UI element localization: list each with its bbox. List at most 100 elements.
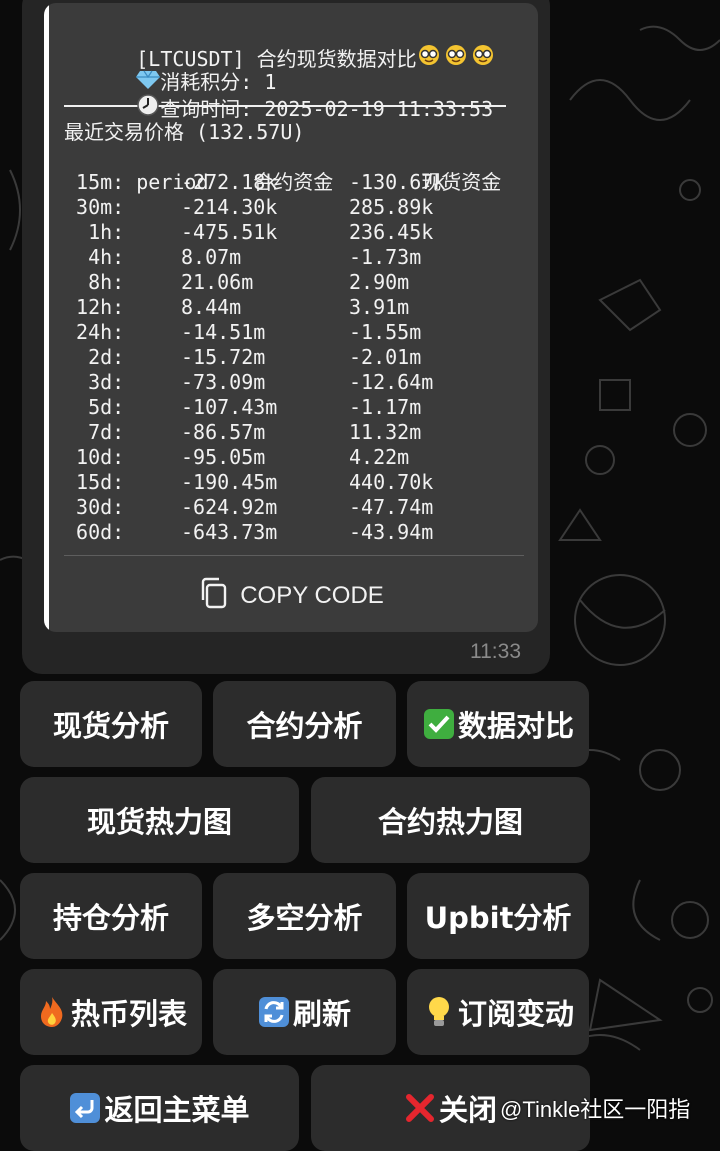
table-row: 7d: -86.57m 11.32m [64,420,528,445]
row-spot-value: 3.91m [349,295,410,319]
row-spot-value: -1.55m [349,320,422,344]
table-row: 4h: 8.07m -1.73m [64,245,528,270]
code-content: [LTCUSDT] 合约现货数据对比 消耗积分: 1 查询时间: 2025-02… [64,3,528,545]
subscribe-button[interactable]: 订阅变动 [407,969,589,1055]
row-futures-value: -214.30k [181,195,278,219]
upbit-analysis-button[interactable]: Upbit分析 [407,873,589,959]
code-block: [LTCUSDT] 合约现货数据对比 消耗积分: 1 查询时间: 2025-02… [44,3,538,632]
long-short-analysis-button[interactable]: 多空分析 [213,873,396,959]
futures-analysis-label: 合约分析 [246,709,363,743]
subscribe-label: 订阅变动 [458,997,575,1031]
points-text: 消耗积分: 1 [160,70,277,94]
row-period: 10d: [64,445,125,469]
row-futures-value: -272.18k [181,170,278,194]
row-futures-value: -73.09m [181,370,266,394]
row-futures-value: 8.07m [181,245,242,269]
copy-icon [198,576,228,617]
row-period: 12h: [64,295,125,319]
gem-icon [136,70,161,94]
copy-code-label: COPY CODE [240,582,384,609]
futures-heatmap-button[interactable]: 合约热力图 [311,777,590,863]
spot-analysis-button[interactable]: 现货分析 [20,681,202,767]
row-period: 4h: [64,245,125,269]
message-timestamp: 11:33 [470,640,521,663]
row-period: 30d: [64,495,125,519]
row-futures-value: -15.72m [181,345,266,369]
table-row: 30m: -214.30k 285.89k [64,195,528,220]
futures-heatmap-label: 合约热力图 [377,805,523,839]
spot-heatmap-label: 现货热力图 [86,805,232,839]
row-futures-value: -475.51k [181,220,278,244]
row-period: 60d: [64,520,125,544]
row-futures-value: -95.05m [181,445,266,469]
table-row: 24h: -14.51m -1.55m [64,320,528,345]
clock-icon [136,94,160,121]
row-spot-value: -1.17m [349,395,422,419]
light-bulb-emoji [423,996,455,1028]
row-period: 8h: [64,270,125,294]
fire-emoji [36,996,68,1028]
futures-analysis-button[interactable]: 合约分析 [213,681,396,767]
table-row: 5d: -107.43m -1.17m [64,395,528,420]
row-spot-value: 2.90m [349,270,410,294]
copy-divider [64,555,524,556]
main-menu-button[interactable]: 返回主菜单 [20,1065,299,1151]
row-period: 1h: [64,220,125,244]
table-row: 1h: -475.51k 236.45k [64,220,528,245]
row-period: 7d: [64,420,125,444]
row-period: 24h: [64,320,125,344]
spot-heatmap-button[interactable]: 现货热力图 [20,777,299,863]
row-spot-value: -130.67k [349,170,446,194]
nerd-face-emoji [417,45,497,71]
data-table: 15m: -272.18k -130.67k 30m: -214.30k 285.89k… [64,170,528,545]
table-row: 12h: 8.44m 3.91m [64,295,528,320]
row-spot-value: 4.22m [349,445,410,469]
row-spot-value: -43.94m [349,520,434,544]
row-period: 15d: [64,470,125,494]
row-period: 2d: [64,345,125,369]
hot-coins-label: 热币列表 [71,997,188,1031]
row-futures-value: -643.73m [181,520,278,544]
close-label: 关闭 [438,1093,497,1127]
copy-code-button[interactable]: COPY CODE [44,576,538,616]
row-futures-value: -14.51m [181,320,266,344]
row-spot-value: -12.64m [349,370,434,394]
row-futures-value: -624.92m [181,495,278,519]
row-spot-value: -1.73m [349,245,422,269]
main-menu-label: 返回主菜单 [104,1093,250,1127]
refresh-icon [258,996,290,1028]
watermark: @Tinkle社区一阳指 [500,1097,691,1122]
code-block-accent-bar [44,3,49,632]
table-row: 3d: -73.09m -12.64m [64,370,528,395]
row-spot-value: 236.45k [349,220,434,244]
table-row: 8h: 21.06m 2.90m [64,270,528,295]
row-futures-value: 8.44m [181,295,242,319]
row-period: 3d: [64,370,125,394]
row-spot-value: -47.74m [349,495,434,519]
upbit-analysis-label: Upbit分析 [424,901,572,935]
position-analysis-button[interactable]: 持仓分析 [20,873,202,959]
row-spot-value: -2.01m [349,345,422,369]
refresh-button[interactable]: 刷新 [213,969,396,1055]
position-analysis-label: 持仓分析 [52,901,169,935]
row-futures-value: -107.43m [181,395,278,419]
table-row: 2d: -15.72m -2.01m [64,345,528,370]
refresh-label: 刷新 [292,997,351,1031]
table-row: 60d: -643.73m -43.94m [64,520,528,545]
row-spot-value: 285.89k [349,195,434,219]
hot-coins-button[interactable]: 热币列表 [20,969,202,1055]
row-period: 5d: [64,395,125,419]
row-period: 30m: [64,195,125,219]
title-text: [LTCUSDT] 合约现货数据对比 [136,47,417,71]
check-mark-button-emoji [423,708,455,740]
spot-analysis-label: 现货分析 [52,709,169,743]
row-futures-value: -190.45m [181,470,278,494]
data-compare-label: 数据对比 [458,709,575,743]
row-period: 15m: [64,170,125,194]
return-arrow-icon [69,1092,101,1124]
table-header: period 合约资金 现货资金 [64,145,528,194]
data-compare-button[interactable]: 数据对比 [407,681,589,767]
cross-mark-emoji [404,1092,436,1124]
query-time-text: 查询时间: 2025-02-19 11:33:53 [160,97,494,121]
row-futures-value: 21.06m [181,270,254,294]
